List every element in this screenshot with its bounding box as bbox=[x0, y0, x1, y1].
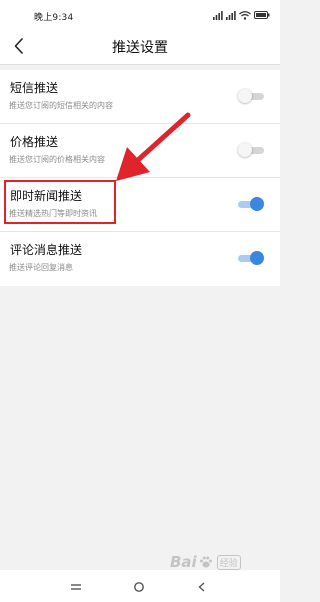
watermark-logo: Bai 经验 bbox=[170, 553, 241, 571]
signal-icon bbox=[213, 10, 223, 20]
toggle-knob bbox=[250, 197, 264, 211]
toggle-knob bbox=[250, 251, 264, 265]
back-icon bbox=[198, 582, 205, 592]
setting-title: 评论消息推送 bbox=[10, 243, 83, 257]
comment-push-toggle[interactable] bbox=[238, 251, 264, 265]
toggle-knob bbox=[238, 89, 252, 103]
setting-title: 短信推送 bbox=[10, 81, 59, 95]
home-icon bbox=[134, 582, 144, 592]
system-navbar bbox=[0, 570, 280, 602]
sms-push-toggle[interactable] bbox=[238, 89, 264, 103]
setting-row-price: 价格推送 推送您订阅的价格相关内容 bbox=[0, 124, 280, 178]
nav-back-button[interactable] bbox=[196, 578, 208, 597]
watermark-text: Bai bbox=[170, 553, 197, 571]
annotation-highlight-box bbox=[4, 180, 116, 224]
toggle-knob bbox=[238, 143, 252, 157]
page-title: 推送设置 bbox=[112, 40, 168, 56]
watermark-subtext: 经验 bbox=[216, 554, 241, 570]
price-push-toggle[interactable] bbox=[238, 143, 264, 157]
status-time: 晚上9:34 bbox=[34, 13, 74, 23]
menu-button[interactable] bbox=[70, 578, 82, 597]
setting-row-comment: 评论消息推送 推送评论回复消息 bbox=[0, 232, 280, 286]
paw-icon bbox=[199, 556, 212, 568]
setting-description: 推送评论回复消息 bbox=[9, 263, 73, 272]
news-push-toggle[interactable] bbox=[238, 197, 264, 211]
setting-description: 推送您订阅的短信相关的内容 bbox=[9, 101, 113, 110]
signal-icon bbox=[226, 10, 236, 20]
wifi-icon bbox=[239, 10, 251, 20]
header: 推送设置 bbox=[0, 30, 280, 64]
setting-title: 价格推送 bbox=[10, 135, 59, 149]
status-icons bbox=[213, 9, 270, 21]
battery-icon bbox=[254, 11, 270, 19]
menu-icon bbox=[71, 584, 81, 590]
header-divider bbox=[0, 64, 280, 65]
setting-row-sms: 短信推送 推送您订阅的短信相关的内容 bbox=[0, 70, 280, 124]
home-button[interactable] bbox=[133, 578, 145, 597]
settings-list: 短信推送 推送您订阅的短信相关的内容 价格推送 推送您订阅的价格相关内容 即时新… bbox=[0, 70, 280, 286]
status-bar: 晚上9:34 bbox=[0, 0, 280, 30]
setting-description: 推送您订阅的价格相关内容 bbox=[9, 155, 105, 164]
